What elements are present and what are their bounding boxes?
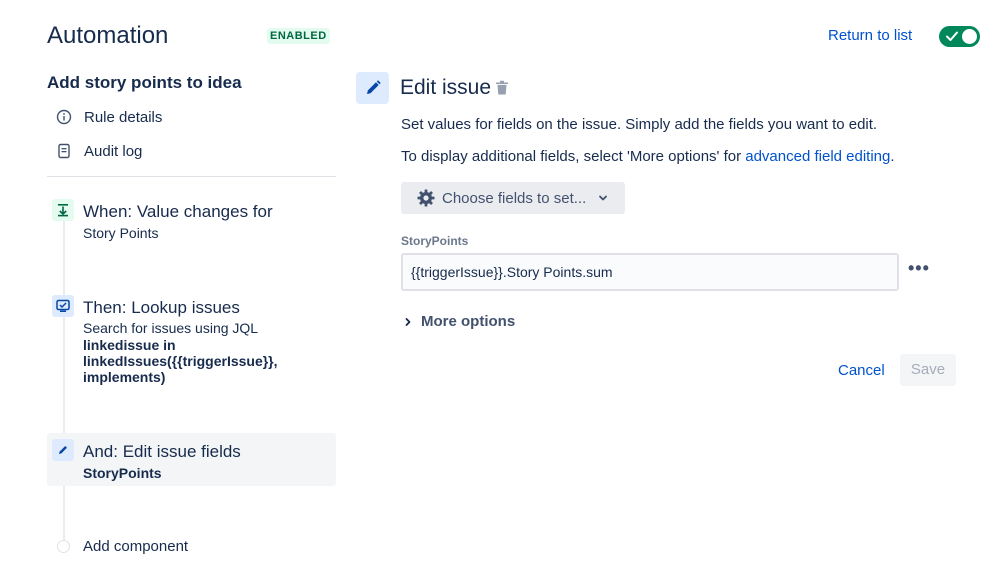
rule-name: Add story points to idea (47, 73, 242, 92)
step-lookup-title[interactable]: Then: Lookup issues (83, 298, 240, 318)
check-icon (946, 31, 958, 41)
step-lookup-jql-line: implements) (83, 369, 166, 385)
nav-rule-details[interactable]: Rule details (55, 106, 162, 128)
step-edit-sub: StoryPoints (83, 465, 162, 481)
choose-fields-button[interactable]: Choose fields to set... (401, 182, 625, 214)
step-trigger-title[interactable]: When: Value changes for (83, 202, 273, 222)
rule-enabled-toggle[interactable] (939, 26, 980, 47)
more-actions-icon[interactable]: ••• (908, 258, 930, 279)
lookup-icon (52, 295, 74, 317)
storypoints-field-label: StoryPoints (401, 234, 469, 248)
document-icon (55, 142, 73, 160)
advanced-hint-text: To display additional fields, select 'Mo… (401, 148, 746, 165)
step-edit-title[interactable]: And: Edit issue fields (83, 442, 241, 462)
more-options-label: More options (421, 313, 516, 330)
nav-item-label: Audit log (84, 142, 143, 160)
step-lookup-sub: Search for issues using JQL (83, 320, 259, 336)
timeline-line (63, 214, 65, 540)
gear-icon (417, 189, 435, 207)
info-icon (55, 108, 73, 126)
toggle-knob (962, 29, 977, 44)
nav-item-label: Rule details (84, 108, 163, 126)
divider (47, 176, 336, 177)
add-component-node[interactable] (57, 540, 70, 553)
choose-fields-label: Choose fields to set... (442, 189, 587, 207)
cancel-button[interactable]: Cancel (838, 362, 885, 379)
chevron-right-icon (405, 317, 411, 326)
chevron-down-icon (599, 195, 608, 201)
status-badge: ENABLED (267, 28, 330, 44)
return-to-list-link[interactable]: Return to list (828, 27, 912, 44)
pencil-icon (356, 72, 389, 104)
advanced-hint-suffix: . (890, 148, 895, 165)
pencil-icon (52, 439, 74, 461)
page-title: Automation (47, 22, 169, 49)
trash-icon[interactable] (495, 80, 509, 96)
nav-audit-log[interactable]: Audit log (55, 140, 142, 162)
step-lookup-jql-line: linkedissue in (83, 337, 176, 353)
step-lookup-jql-line: linkedIssues({{triggerIssue}}, (83, 353, 278, 369)
add-component-link[interactable]: Add component (83, 538, 188, 555)
more-options-toggle[interactable]: More options (403, 313, 515, 330)
panel-title: Edit issue (400, 76, 492, 99)
storypoints-input[interactable] (401, 253, 899, 291)
step-trigger-sub: Story Points (83, 225, 159, 241)
advanced-field-editing-link[interactable]: advanced field editing (745, 148, 890, 165)
panel-advanced-hint: To display additional fields, select 'Mo… (401, 148, 895, 165)
trigger-icon (52, 199, 74, 221)
save-button[interactable]: Save (900, 354, 956, 386)
panel-description: Set values for fields on the issue. Simp… (401, 116, 878, 133)
